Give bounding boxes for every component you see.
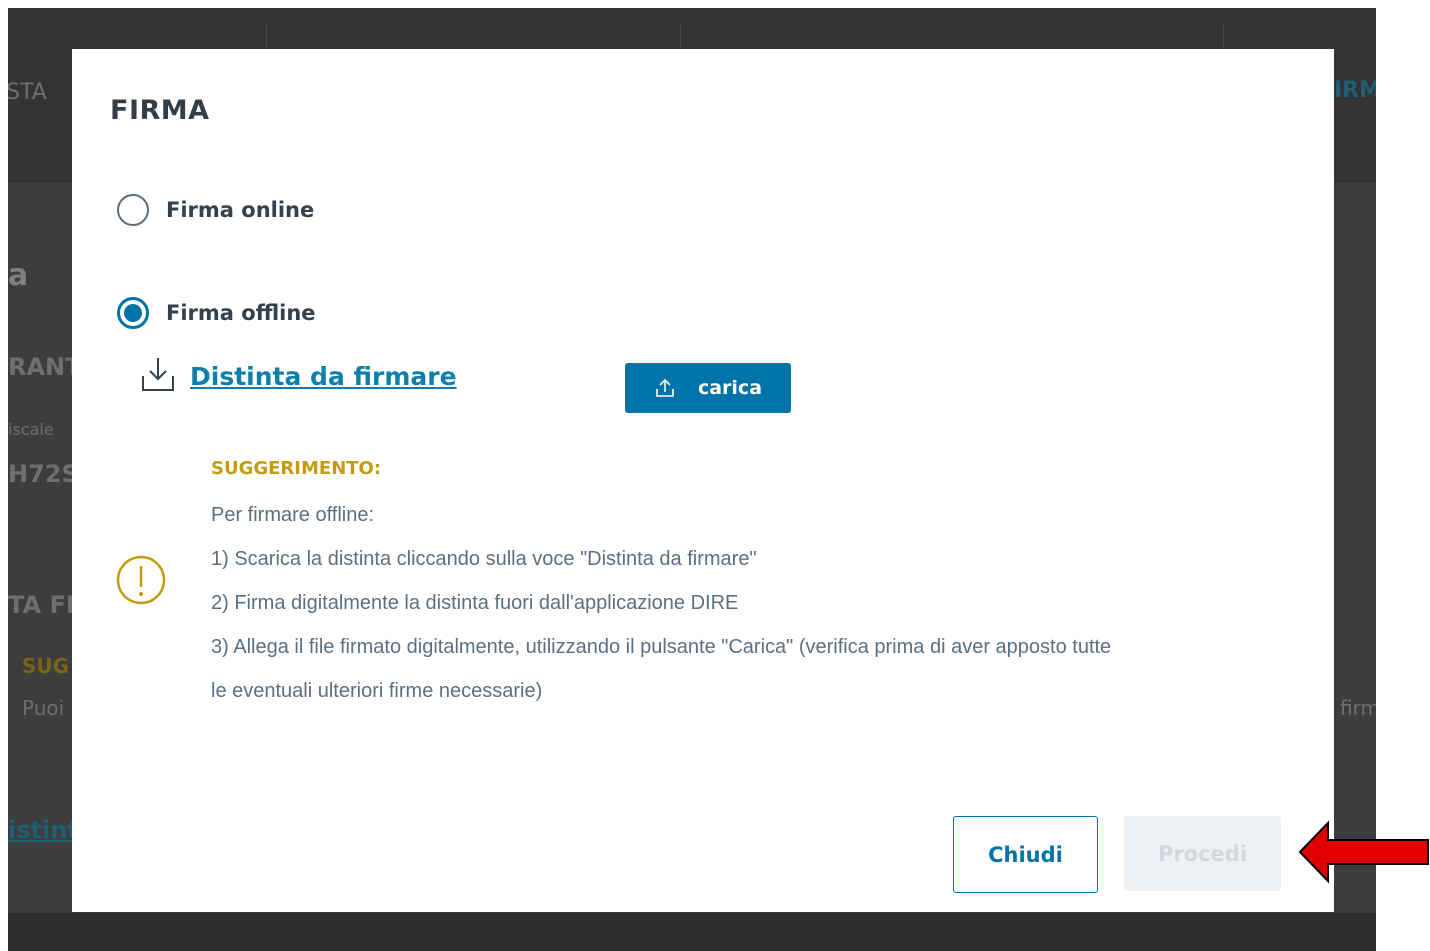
bg-tab-left: STA: [8, 80, 47, 105]
tip-line: le eventuali ulteriori firme necessarie): [211, 680, 543, 702]
warning-icon: [115, 554, 167, 610]
option-firma-online[interactable]: Firma online: [117, 194, 314, 226]
download-icon[interactable]: [140, 354, 176, 398]
dialog-title: FIRMA: [110, 95, 210, 126]
download-row: Distinta da firmare: [140, 354, 457, 398]
download-link[interactable]: Distinta da firmare: [190, 362, 457, 391]
bg-link: istint: [8, 816, 79, 844]
signature-dialog: FIRMA Firma online Firma offline Distint…: [72, 49, 1334, 912]
option-label: Firma online: [166, 198, 315, 222]
bg-tip-text: Puoi: [22, 696, 65, 720]
bg-tab-right: IRM: [1334, 78, 1376, 103]
bg-section-label: RANT: [8, 353, 82, 381]
background-footer: [8, 913, 1376, 951]
close-button[interactable]: Chiudi: [953, 816, 1098, 893]
bg-field-label: iscale: [8, 420, 54, 439]
annotation-arrow-icon: [1296, 820, 1430, 888]
tip-line: 3) Allega il file firmato digitalmente, …: [211, 636, 1112, 658]
option-label: Firma offline: [166, 301, 316, 325]
upload-icon: [656, 378, 674, 397]
bg-tip-text-right: firm: [1340, 696, 1376, 720]
option-firma-offline[interactable]: Firma offline: [117, 297, 316, 329]
tip-title: SUGGERIMENTO:: [211, 458, 382, 479]
tip-line: 1) Scarica la distinta cliccando sulla v…: [211, 548, 757, 570]
upload-label: carica: [697, 377, 763, 399]
tip-box: SUGGERIMENTO: Per firmare offline: 1) Sc…: [211, 457, 1296, 713]
radio-firma-offline[interactable]: [117, 297, 149, 329]
radio-firma-online[interactable]: [117, 194, 149, 226]
upload-button[interactable]: carica: [625, 363, 791, 413]
tip-line: 2) Firma digitalmente la distinta fuori …: [211, 592, 739, 614]
bg-heading: a: [8, 258, 29, 293]
proceed-button: Procedi: [1124, 816, 1281, 891]
bg-tip-label: SUG: [22, 654, 70, 678]
tip-line: Per firmare offline:: [211, 504, 375, 526]
bg-field-value: H72S: [8, 460, 79, 488]
